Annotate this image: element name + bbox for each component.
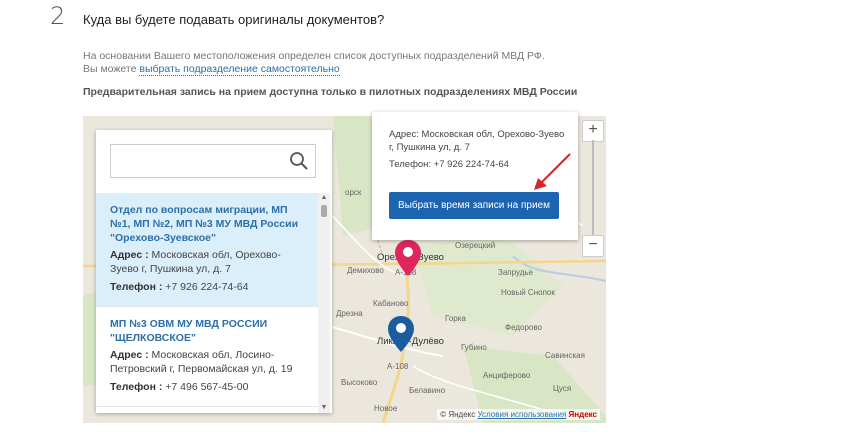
department-phone: Телефон : +7 926 224-74-64 [110, 280, 304, 294]
map-label-tsusya: Цуся [553, 384, 572, 393]
search-input[interactable] [117, 145, 291, 177]
phone-value: +7 496 567-45-00 [165, 381, 249, 393]
map-label-ozeretsky: Озерецкий [455, 241, 496, 250]
step-title: Куда вы будете подавать оригиналы докуме… [83, 12, 385, 27]
map-label-fedorovo: Федорово [505, 323, 542, 332]
map-label-gora: Горка [445, 314, 466, 323]
department-name[interactable]: Отдел по вопросам миграции, МП №1, МП №2… [110, 203, 304, 245]
search-icon[interactable] [289, 151, 309, 171]
map-label-beleva: Белавино [409, 386, 446, 395]
pilot-notice: Предварительная запись на прием доступна… [83, 86, 578, 98]
map-pin-blue-icon[interactable] [388, 316, 414, 352]
list-scrollbar[interactable]: ▲ ▼ [318, 193, 330, 413]
phone-label: Телефон : [110, 281, 163, 293]
balloon-phone: Телефон: +7 926 224-74-64 [389, 159, 509, 170]
scroll-thumb[interactable] [321, 205, 327, 217]
map-label-savinskaya: Савинская [545, 351, 585, 360]
department-address: Адрес : Московская обл, Лосино-Петровски… [110, 348, 304, 376]
department-address: Адрес : Московская обл, Орехово-Зуево г,… [110, 248, 304, 276]
address-label: Адрес : [110, 249, 149, 261]
location-info-line-2: Вы можете выбрать подразделение самостоя… [83, 63, 545, 76]
map-terms-link[interactable]: Условия использования [478, 410, 567, 419]
map-copyright: © Яндекс [440, 410, 476, 419]
department-phone: Телефон : +7 496 567-45-00 [110, 380, 304, 394]
list-item[interactable]: Отдел по вопросам миграции, МП №1, МП №2… [96, 193, 318, 307]
map-credit: © Яндекс Условия использования Яндекс [437, 409, 600, 420]
department-list: Отдел по вопросам миграции, МП №1, МП №2… [96, 193, 318, 413]
map-label-kabanovo: Кабаново [373, 299, 409, 308]
map-label-drezna: Дрезна [336, 309, 363, 318]
map-label-antsiferovo: Анциферово [483, 371, 531, 380]
department-name[interactable]: МП №3 ОВМ МУ МВД РОССИИ "ЩЕЛКОВСКОЕ" [110, 317, 304, 345]
map-label-novoe: Новое [374, 404, 398, 413]
department-list-panel: Отдел по вопросам миграции, МП №1, МП №2… [96, 130, 332, 413]
scroll-down-icon[interactable]: ▼ [318, 403, 330, 413]
yandex-logo: Яндекс [568, 410, 597, 419]
map-label-gubino: Губино [461, 343, 487, 352]
phone-value: +7 926 224-74-64 [165, 281, 249, 293]
location-info: На основании Вашего местоположения опред… [83, 50, 545, 76]
location-info-prefix: Вы можете [83, 63, 140, 75]
phone-label: Телефон : [110, 381, 163, 393]
map-label-a108-2: А-108 [387, 362, 409, 371]
map-label-demikhovo: Демихово [347, 266, 384, 275]
map-label-orsk: орск [345, 188, 362, 197]
location-info-line: На основании Вашего местоположения опред… [83, 50, 545, 62]
map-label-novy-snopok: Новый Снопок [501, 288, 555, 297]
scroll-up-icon[interactable]: ▲ [318, 193, 330, 203]
annotation-arrow-icon [534, 153, 571, 190]
zoom-out-button[interactable]: − [582, 235, 604, 257]
address-label: Адрес : [110, 349, 149, 361]
map-pin-red-icon[interactable] [395, 240, 421, 276]
list-item[interactable]: МП №3 ОВМ МУ МВД РОССИИ "ЩЕЛКОВСКОЕ" Адр… [96, 307, 318, 407]
choose-department-link[interactable]: выбрать подразделение самостоятельно [139, 63, 340, 76]
choose-appointment-time-button[interactable]: Выбрать время записи на прием [389, 192, 559, 219]
map-label-vysokovo: Высоково [341, 378, 378, 387]
step-number: 2 [50, 2, 66, 30]
search-box [110, 144, 316, 178]
map-label-zaprudye: Запрудье [498, 268, 533, 277]
zoom-in-button[interactable]: + [582, 120, 604, 142]
zoom-slider-track[interactable] [592, 140, 594, 235]
